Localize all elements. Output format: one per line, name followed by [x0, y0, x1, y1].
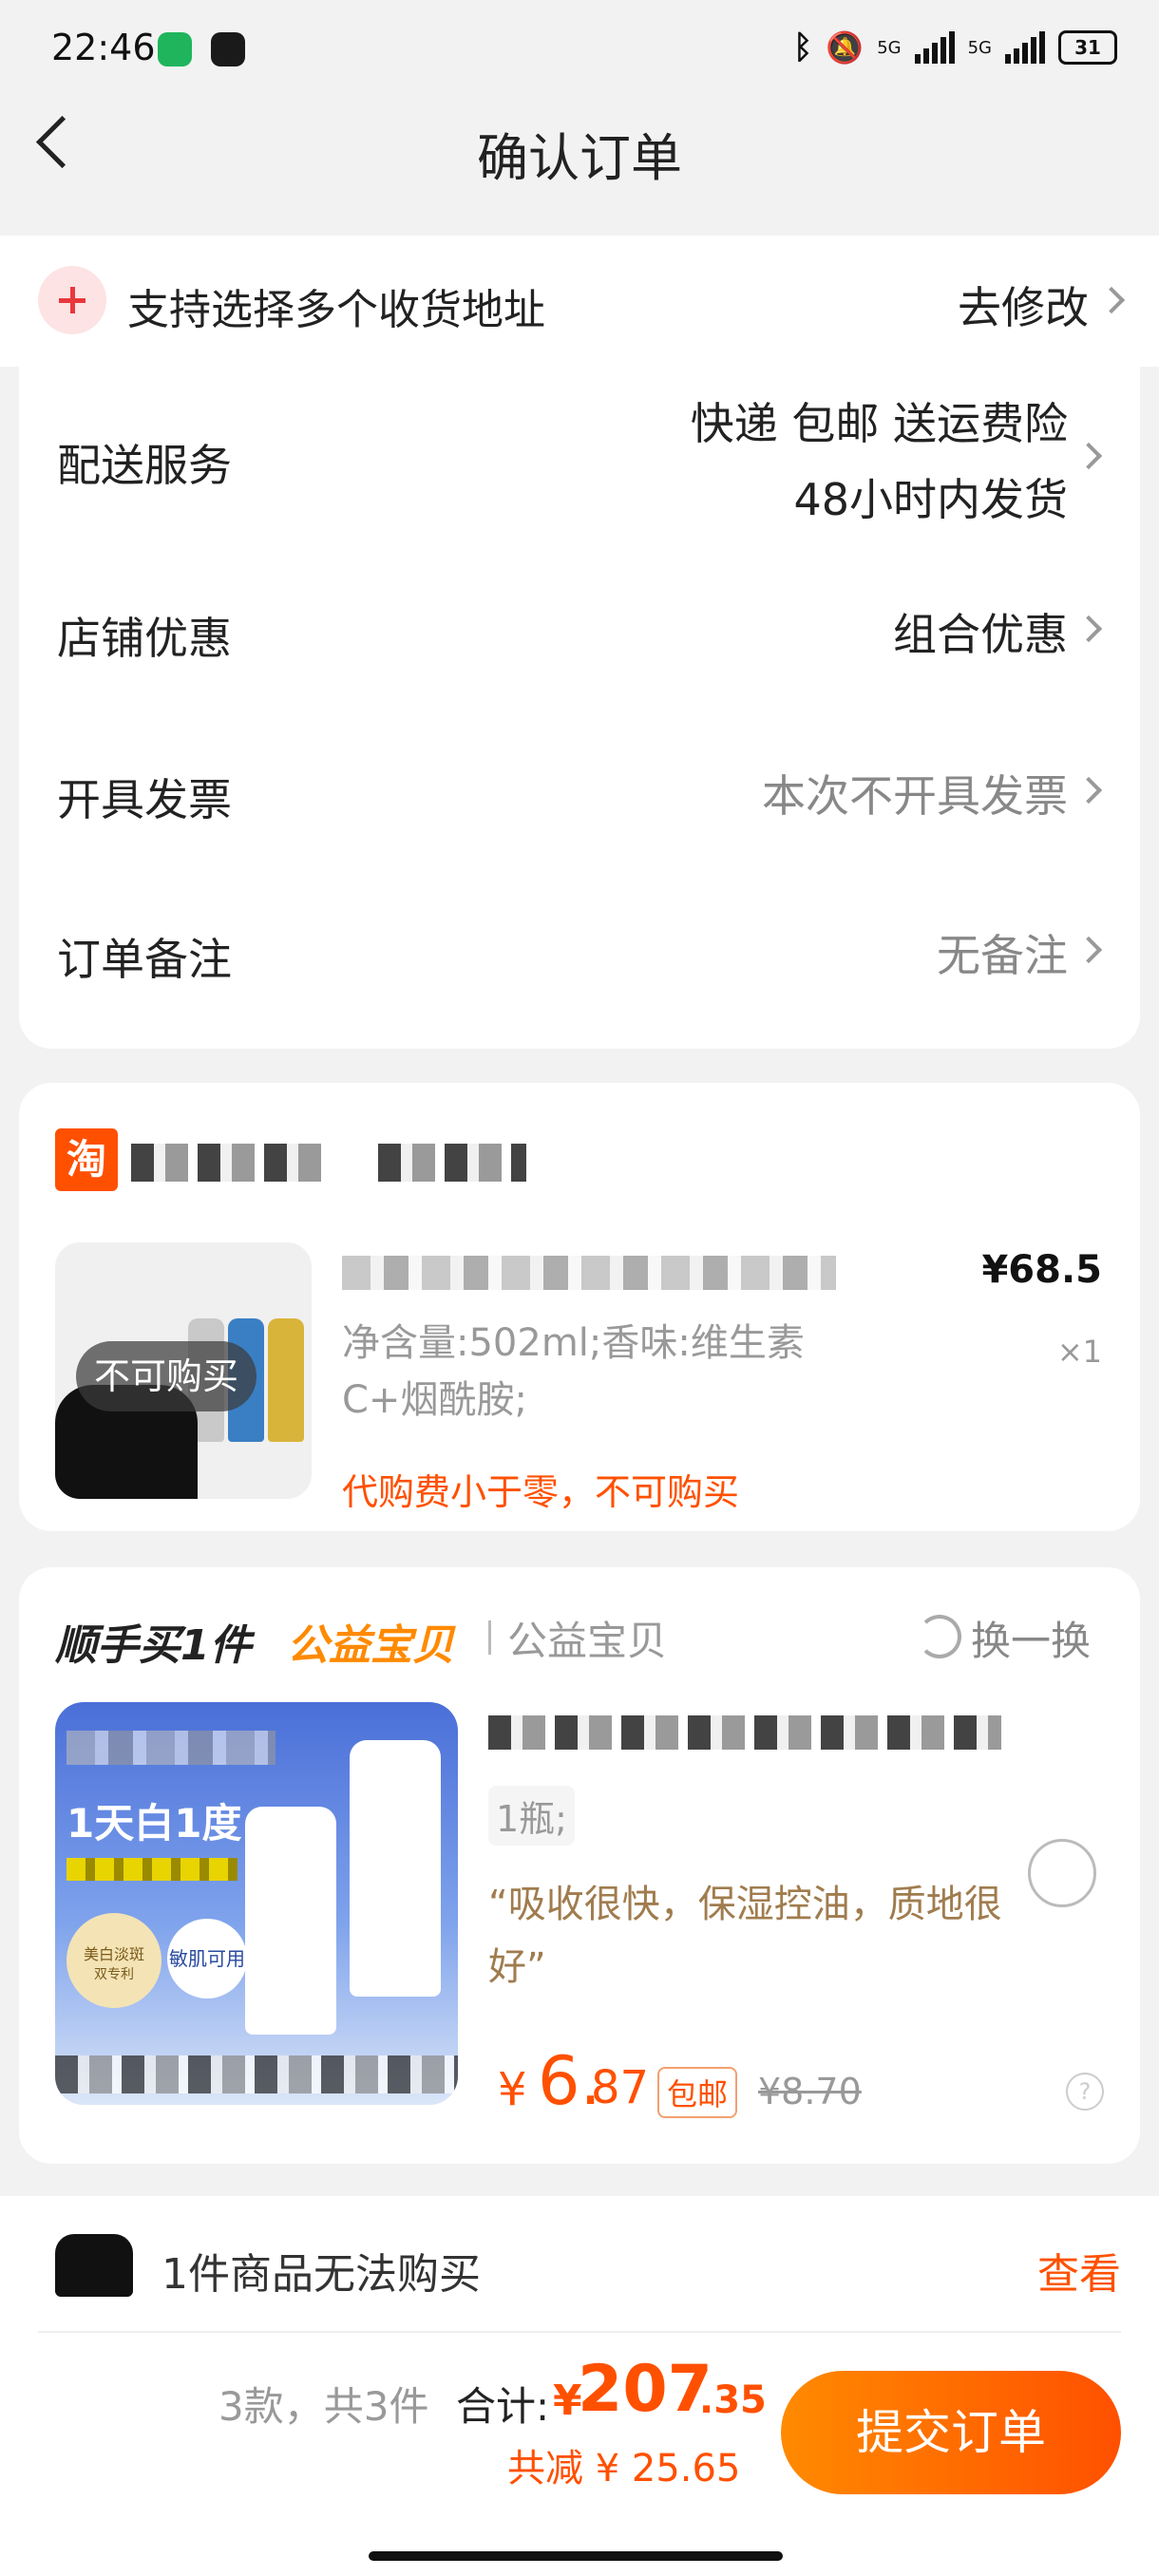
network-label-1: 5G: [877, 37, 902, 58]
invoice-value[interactable]: 本次不开具发票: [762, 762, 1068, 824]
shop-discount-label: 店铺优惠: [57, 613, 232, 664]
product-price: ¥68.5: [981, 1248, 1102, 1292]
image-badge-1: 美白淡斑 双专利: [66, 1913, 162, 2008]
product-spec: 净含量:502ml;香味:维生素C+烟酰胺;: [342, 1321, 805, 1422]
recommend-subtitle: 公益宝贝: [507, 1618, 668, 1664]
help-icon[interactable]: ?: [1066, 2073, 1104, 2111]
delivery-label: 配送服务: [57, 440, 232, 491]
recommend-highlight: 公益宝贝: [287, 1621, 454, 1670]
select-radio[interactable]: [1028, 1839, 1096, 1907]
remark-value[interactable]: 无备注: [937, 921, 1068, 984]
delivery-value-line1[interactable]: 快递 包邮 送运费险: [691, 389, 1068, 452]
refresh-button[interactable]: 换一换: [971, 1609, 1091, 1667]
bluetooth-icon: ᛒ: [792, 28, 813, 66]
battery-icon: 31: [1058, 30, 1117, 65]
serum-bottle-image: [350, 1740, 441, 1997]
unavailable-bar-text: 1件商品无法购买: [162, 2250, 481, 2299]
checkout-total-int: 207: [578, 2352, 712, 2427]
wechat-icon: [158, 32, 192, 66]
recommend-price-symbol: ¥: [498, 2063, 527, 2116]
checkout-discount: 共减 ¥ 25.65: [507, 2447, 741, 2491]
product-quantity: ×1: [1056, 1334, 1102, 1370]
unavailable-tag: 不可购买: [76, 1341, 256, 1411]
recommend-original-price: ¥8.70: [758, 2071, 862, 2112]
view-unavailable-link[interactable]: 查看: [1037, 2240, 1121, 2301]
shop-name-redacted-2: [378, 1144, 526, 1182]
remark-label: 订单备注: [57, 934, 232, 985]
refresh-icon[interactable]: [918, 1615, 961, 1658]
taobao-shop-icon: 淘: [55, 1128, 118, 1191]
recommend-title-redacted: [488, 1715, 1001, 1750]
add-address-icon[interactable]: [38, 266, 106, 334]
status-icons: ᛒ 🔕 5G 5G 31: [793, 28, 1117, 66]
free-shipping-badge: 包邮: [657, 2067, 738, 2118]
image-headline: 1天白1度: [66, 1800, 242, 1847]
status-time: 22:46: [51, 27, 156, 68]
unavailable-thumb: [55, 2234, 133, 2297]
edit-address-link[interactable]: 去修改: [958, 274, 1089, 336]
image-badge-3-text: 双专利: [94, 1967, 134, 1982]
shop-discount-value[interactable]: 组合优惠: [893, 600, 1068, 663]
recommend-price-dec: 87: [591, 2061, 650, 2114]
image-stripe: [66, 1858, 238, 1881]
delivery-value-line2[interactable]: 48小时内发货: [793, 465, 1068, 528]
submit-order-button[interactable]: 提交订单: [781, 2371, 1121, 2494]
image-badge-2: 敏肌可用: [167, 1919, 247, 1998]
invoice-label: 开具发票: [57, 774, 232, 825]
home-indicator[interactable]: [369, 2551, 783, 2561]
recommend-title: 顺手买1件: [55, 1621, 252, 1670]
network-label-2: 5G: [967, 37, 992, 58]
image-text-redacted: [66, 1731, 276, 1765]
checkout-count: 3款，共3件: [218, 2383, 429, 2430]
shop-name-redacted: [131, 1144, 331, 1182]
product-warning: 代购费小于零，不可购买: [342, 1471, 740, 1513]
image-footer-redacted: [55, 2055, 458, 2093]
recommend-review: “吸收很快，保湿控油，质地很好”: [488, 1883, 1002, 1989]
product-title-redacted: [342, 1256, 836, 1290]
image-badge-1-text: 美白淡斑: [83, 1945, 144, 1963]
divider: [38, 2331, 1121, 2333]
recommend-product-image[interactable]: 1天白1度 美白淡斑 双专利 敏肌可用: [55, 1702, 458, 2105]
divider-bar: [488, 1620, 491, 1655]
checkout-total-label: 合计:: [456, 2383, 550, 2430]
signal-icon: [914, 31, 955, 64]
recommend-spec: 1瓶;: [488, 1786, 575, 1846]
bottle-image: [268, 1318, 304, 1442]
mute-icon: 🔕: [826, 29, 864, 66]
address-banner-text: 支持选择多个收货地址: [127, 286, 545, 334]
checkout-total-dec: .35: [699, 2378, 767, 2422]
app-owl-icon: [211, 32, 245, 66]
serum-bottle-image: [245, 1807, 336, 2035]
page-title: 确认订单: [477, 128, 682, 188]
signal-icon-2: [1005, 31, 1045, 64]
